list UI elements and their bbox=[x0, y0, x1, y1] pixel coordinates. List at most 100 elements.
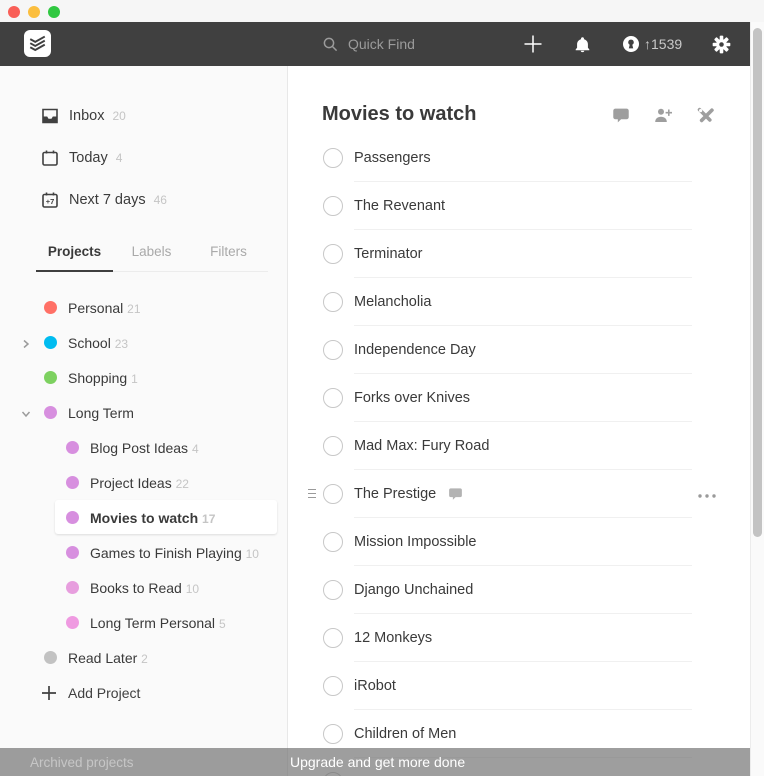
project-count: 22 bbox=[175, 476, 189, 491]
task-row: 12 Monkeys bbox=[289, 614, 750, 662]
sidebar-project-item[interactable]: Games to Finish Playing 10 bbox=[0, 535, 287, 570]
task-title[interactable]: Children of Men bbox=[354, 726, 456, 742]
task-title[interactable]: Mission Impossible bbox=[354, 534, 477, 550]
task-row: Django Unchained bbox=[289, 566, 750, 614]
chevron-down-icon[interactable] bbox=[20, 337, 32, 349]
tab-labels[interactable]: Labels bbox=[113, 244, 190, 271]
drag-handle-icon[interactable] bbox=[308, 489, 316, 501]
project-color-dot bbox=[66, 476, 79, 489]
project-count: 1 bbox=[131, 371, 138, 386]
archived-projects-link[interactable]: Archived projects bbox=[30, 755, 134, 770]
sidebar-project-item[interactable]: Shopping 1 bbox=[0, 360, 287, 395]
karma-value: ↑1539 bbox=[644, 36, 683, 52]
task-title[interactable]: Mad Max: Fury Road bbox=[354, 438, 489, 454]
close-window-button[interactable] bbox=[8, 6, 20, 18]
quick-find-search[interactable]: Quick Find bbox=[322, 22, 415, 66]
project-name: Read Later bbox=[68, 649, 138, 666]
scrollbar-track[interactable] bbox=[750, 22, 764, 776]
sidebar-item-inbox[interactable]: Inbox 20 bbox=[0, 95, 287, 137]
task-row: Passengers bbox=[289, 134, 750, 182]
task-row: iRobot bbox=[289, 662, 750, 710]
sidebar-project-item[interactable]: School 23 bbox=[0, 325, 287, 360]
project-count: 5 bbox=[218, 616, 226, 631]
project-count: 21 bbox=[127, 301, 141, 316]
tab-projects[interactable]: Projects bbox=[36, 244, 113, 272]
sidebar-project-item[interactable]: Personal 21 bbox=[0, 290, 287, 325]
scrollbar-thumb[interactable] bbox=[753, 28, 762, 537]
sidebar-project-item[interactable]: Read Later 2 bbox=[0, 640, 287, 675]
task-checkbox[interactable] bbox=[323, 196, 343, 216]
add-project-button[interactable]: Add Project bbox=[0, 675, 287, 711]
task-checkbox[interactable] bbox=[323, 388, 343, 408]
project-header: Movies to watch bbox=[289, 66, 750, 134]
project-color-dot bbox=[66, 546, 79, 559]
sidebar-item-next-7-days[interactable]: +7 Next 7 days 46 bbox=[0, 179, 287, 221]
task-title[interactable]: Terminator bbox=[354, 246, 423, 262]
task-title[interactable]: Passengers bbox=[354, 150, 431, 166]
sidebar-project-item[interactable]: Books to Read 10 bbox=[0, 570, 287, 605]
chevron-down-icon[interactable] bbox=[20, 407, 32, 419]
task-row: Terminator bbox=[289, 230, 750, 278]
macos-titlebar bbox=[0, 0, 764, 22]
task-title[interactable]: Forks over Knives bbox=[354, 390, 470, 406]
page-title: Movies to watch bbox=[322, 103, 477, 125]
karma-score[interactable]: ↑1539 bbox=[622, 22, 682, 66]
svg-text:+7: +7 bbox=[46, 197, 55, 206]
project-count: 10 bbox=[185, 581, 200, 596]
task-title[interactable]: 12 Monkeys bbox=[354, 630, 432, 646]
task-checkbox[interactable] bbox=[323, 676, 343, 696]
sidebar-item-today[interactable]: Today 4 bbox=[0, 137, 287, 179]
task-checkbox[interactable] bbox=[323, 340, 343, 360]
project-comments-icon[interactable] bbox=[612, 107, 630, 124]
zoom-window-button[interactable] bbox=[48, 6, 60, 18]
task-checkbox[interactable] bbox=[323, 628, 343, 648]
project-name: Movies to watch bbox=[90, 509, 199, 526]
project-color-dot bbox=[44, 371, 57, 384]
task-row: Mission Impossible bbox=[289, 518, 750, 566]
bottom-banner: Archived projects Upgrade and get more d… bbox=[0, 748, 750, 776]
task-row: Melancholia bbox=[289, 278, 750, 326]
karma-icon bbox=[622, 35, 640, 53]
project-color-dot bbox=[44, 336, 57, 349]
project-count: 17 bbox=[202, 511, 216, 526]
task-checkbox[interactable] bbox=[323, 532, 343, 552]
project-color-dot bbox=[66, 616, 79, 629]
upgrade-link[interactable]: Upgrade and get more done bbox=[290, 754, 465, 770]
task-title[interactable]: Independence Day bbox=[354, 342, 476, 358]
add-task-button[interactable] bbox=[523, 22, 543, 66]
project-color-dot bbox=[44, 406, 57, 419]
settings-gear-icon[interactable] bbox=[712, 22, 731, 66]
sidebar-project-item[interactable]: Blog Post Ideas 4 bbox=[0, 430, 287, 465]
sidebar-project-item[interactable]: Project Ideas 22 bbox=[0, 465, 287, 500]
task-title[interactable]: The Revenant bbox=[354, 198, 445, 214]
sidebar-project-item[interactable]: Long Term bbox=[0, 395, 287, 430]
task-checkbox[interactable] bbox=[323, 580, 343, 600]
task-checkbox[interactable] bbox=[323, 292, 343, 312]
minimize-window-button[interactable] bbox=[28, 6, 40, 18]
todoist-logo-icon bbox=[24, 30, 51, 57]
task-checkbox[interactable] bbox=[323, 484, 343, 504]
task-row: The Revenant bbox=[289, 182, 750, 230]
task-title[interactable]: iRobot bbox=[354, 678, 396, 694]
sidebar-project-item[interactable]: Long Term Personal 5 bbox=[0, 605, 287, 640]
task-title[interactable]: Django Unchained bbox=[354, 582, 473, 598]
project-count: 10 bbox=[245, 546, 259, 561]
share-person-add-icon[interactable] bbox=[654, 107, 673, 124]
project-name: Project Ideas bbox=[90, 474, 172, 491]
sidebar: Inbox 20 Today 4 +7 Next 7 days 46 Proje… bbox=[0, 66, 288, 776]
notifications-bell-icon[interactable] bbox=[574, 22, 591, 66]
task-checkbox[interactable] bbox=[323, 148, 343, 168]
task-checkbox[interactable] bbox=[323, 436, 343, 456]
task-checkbox[interactable] bbox=[323, 244, 343, 264]
sidebar-project-item[interactable]: Movies to watch 17 bbox=[0, 500, 287, 535]
tab-filters[interactable]: Filters bbox=[190, 244, 267, 271]
task-row: Mad Max: Fury Road bbox=[289, 422, 750, 470]
task-row: The Prestige bbox=[289, 470, 750, 518]
project-tools-icon[interactable] bbox=[697, 107, 714, 124]
task-comment-icon[interactable] bbox=[448, 487, 463, 501]
today-count: 4 bbox=[115, 151, 123, 165]
task-title[interactable]: The Prestige bbox=[354, 486, 436, 502]
task-title[interactable]: Melancholia bbox=[354, 294, 431, 310]
task-more-icon[interactable] bbox=[698, 485, 716, 503]
task-checkbox[interactable] bbox=[323, 724, 343, 744]
